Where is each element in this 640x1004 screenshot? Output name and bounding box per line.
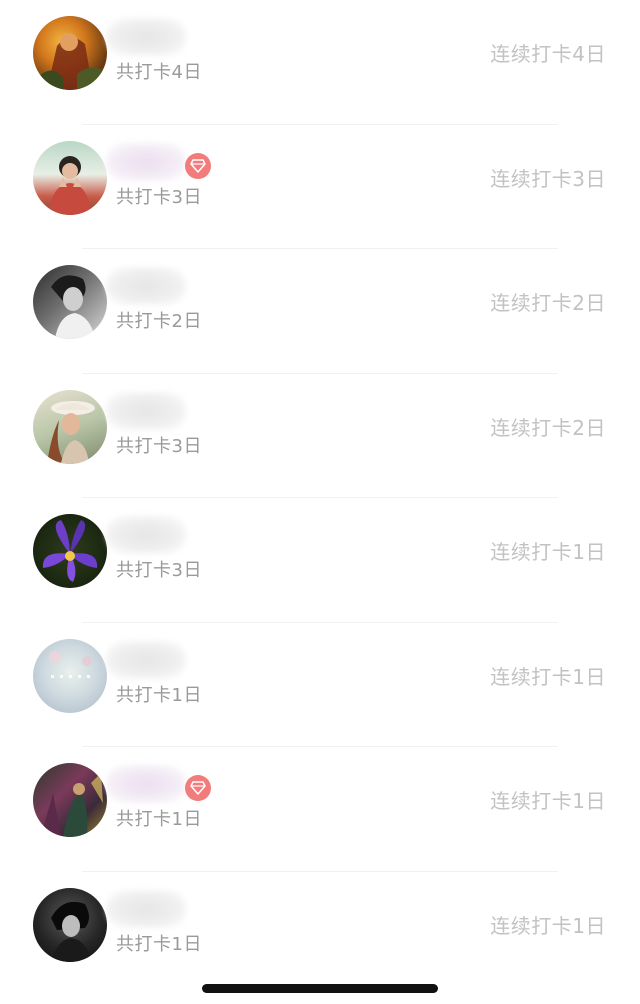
streak-checkin-days: 连续打卡1日 xyxy=(490,913,606,938)
list-item[interactable]: 共打卡4日 连续打卡4日 xyxy=(0,0,640,125)
vip-badge xyxy=(185,152,211,179)
avatar[interactable] xyxy=(33,887,107,962)
vip-badge xyxy=(185,775,211,801)
total-checkin-days: 共打卡4日 xyxy=(116,62,202,83)
avatar[interactable] xyxy=(33,763,107,837)
streak-checkin-days: 连续打卡2日 xyxy=(490,415,606,440)
total-checkin-days: 共打卡3日 xyxy=(116,560,202,581)
total-checkin-days: 共打卡1日 xyxy=(116,933,202,955)
list-item[interactable]: 共打卡3日 连续打卡1日 xyxy=(0,498,640,623)
avatar[interactable] xyxy=(33,265,107,339)
username-blurred xyxy=(106,516,186,554)
avatar[interactable] xyxy=(33,514,107,588)
streak-checkin-days: 连续打卡1日 xyxy=(490,789,606,813)
username-blurred xyxy=(106,142,186,181)
username-blurred xyxy=(106,640,186,679)
home-indicator[interactable] xyxy=(202,984,438,993)
streak-checkin-days: 连续打卡1日 xyxy=(490,664,606,689)
list-item[interactable]: 共打卡2日 连续打卡2日 xyxy=(0,249,640,374)
username-blurred xyxy=(106,18,186,56)
list-item[interactable]: 共打卡3日 连续打卡2日 xyxy=(0,374,640,498)
avatar[interactable] xyxy=(33,638,107,713)
avatar[interactable] xyxy=(33,140,107,215)
list-item[interactable]: 共打卡1日 连续打卡1日 xyxy=(0,872,640,997)
list-item[interactable]: 共打卡1日 连续打卡1日 xyxy=(0,747,640,872)
total-checkin-days: 共打卡1日 xyxy=(116,684,202,706)
diamond-icon xyxy=(190,781,206,795)
total-checkin-days: 共打卡3日 xyxy=(116,435,202,457)
avatar[interactable] xyxy=(33,16,107,90)
streak-checkin-days: 连续打卡2日 xyxy=(490,291,606,315)
total-checkin-days: 共打卡2日 xyxy=(116,311,202,332)
avatar[interactable] xyxy=(33,389,107,464)
username-blurred xyxy=(106,889,186,928)
streak-checkin-days: 连续打卡4日 xyxy=(490,42,606,66)
username-blurred xyxy=(106,765,186,803)
total-checkin-days: 共打卡3日 xyxy=(116,186,202,208)
streak-checkin-days: 连续打卡3日 xyxy=(490,166,606,191)
username-blurred xyxy=(106,267,186,305)
streak-checkin-days: 连续打卡1日 xyxy=(490,540,606,564)
total-checkin-days: 共打卡1日 xyxy=(116,809,202,830)
diamond-icon xyxy=(190,158,206,173)
list-item[interactable]: 共打卡1日 连续打卡1日 xyxy=(0,623,640,747)
username-blurred xyxy=(106,391,186,430)
checkin-ranking-list: 共打卡4日 连续打卡4日 共打卡3日 连续打卡3日 共打卡2日 连续打卡2日 共… xyxy=(0,0,640,996)
list-item[interactable]: 共打卡3日 连续打卡3日 xyxy=(0,125,640,249)
